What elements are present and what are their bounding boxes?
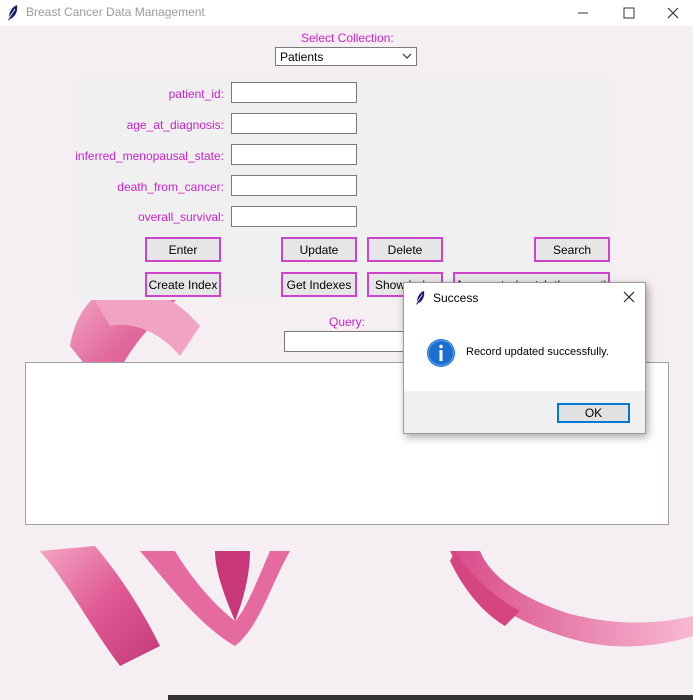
delete-button[interactable]: Delete xyxy=(367,237,443,262)
menopausal-state-input[interactable] xyxy=(231,144,357,165)
minimize-button[interactable] xyxy=(560,0,606,26)
taskbar-strip xyxy=(168,695,693,700)
chevron-down-icon xyxy=(402,53,412,59)
age-at-diagnosis-input[interactable] xyxy=(231,113,357,134)
query-label: Query: xyxy=(329,315,366,329)
overall-survival-label: overall_survival: xyxy=(137,210,224,224)
create-index-button[interactable]: Create Index xyxy=(145,272,221,297)
collection-label: Select Collection: xyxy=(301,31,394,45)
search-button[interactable]: Search xyxy=(534,237,610,262)
query-input[interactable] xyxy=(284,331,408,352)
feather-app-icon xyxy=(416,290,425,306)
dialog-close-icon[interactable] xyxy=(620,288,638,306)
get-indexes-button[interactable]: Get Indexes xyxy=(281,272,357,297)
update-button[interactable]: Update xyxy=(281,237,357,262)
info-icon xyxy=(427,339,455,367)
death-from-cancer-input[interactable] xyxy=(231,175,357,196)
collection-selected-value: Patients xyxy=(280,50,324,64)
dialog-message: Record updated successfully. xyxy=(466,346,609,358)
close-window-button[interactable] xyxy=(650,0,693,26)
close-icon xyxy=(667,7,679,19)
maximize-icon xyxy=(623,7,635,19)
overall-survival-input[interactable] xyxy=(231,206,357,227)
menopausal-state-label: inferred_menopausal_state: xyxy=(75,149,224,163)
patient-id-label: patient_id: xyxy=(168,87,224,101)
enter-button[interactable]: Enter xyxy=(145,237,221,262)
title-bar: Breast Cancer Data Management xyxy=(0,0,693,26)
feather-app-icon xyxy=(8,5,18,21)
maximize-button[interactable] xyxy=(606,0,652,26)
ok-button[interactable]: OK xyxy=(557,403,630,423)
minimize-icon xyxy=(578,12,588,14)
death-from-cancer-label: death_from_cancer: xyxy=(117,180,224,194)
collection-select[interactable]: Patients xyxy=(275,47,417,66)
window-title: Breast Cancer Data Management xyxy=(26,5,205,19)
age-at-diagnosis-label: age_at_diagnosis: xyxy=(126,118,224,132)
success-dialog: Success Record updated successfully. OK xyxy=(403,282,646,434)
patient-id-input[interactable] xyxy=(231,82,357,103)
dialog-title: Success xyxy=(433,291,479,305)
